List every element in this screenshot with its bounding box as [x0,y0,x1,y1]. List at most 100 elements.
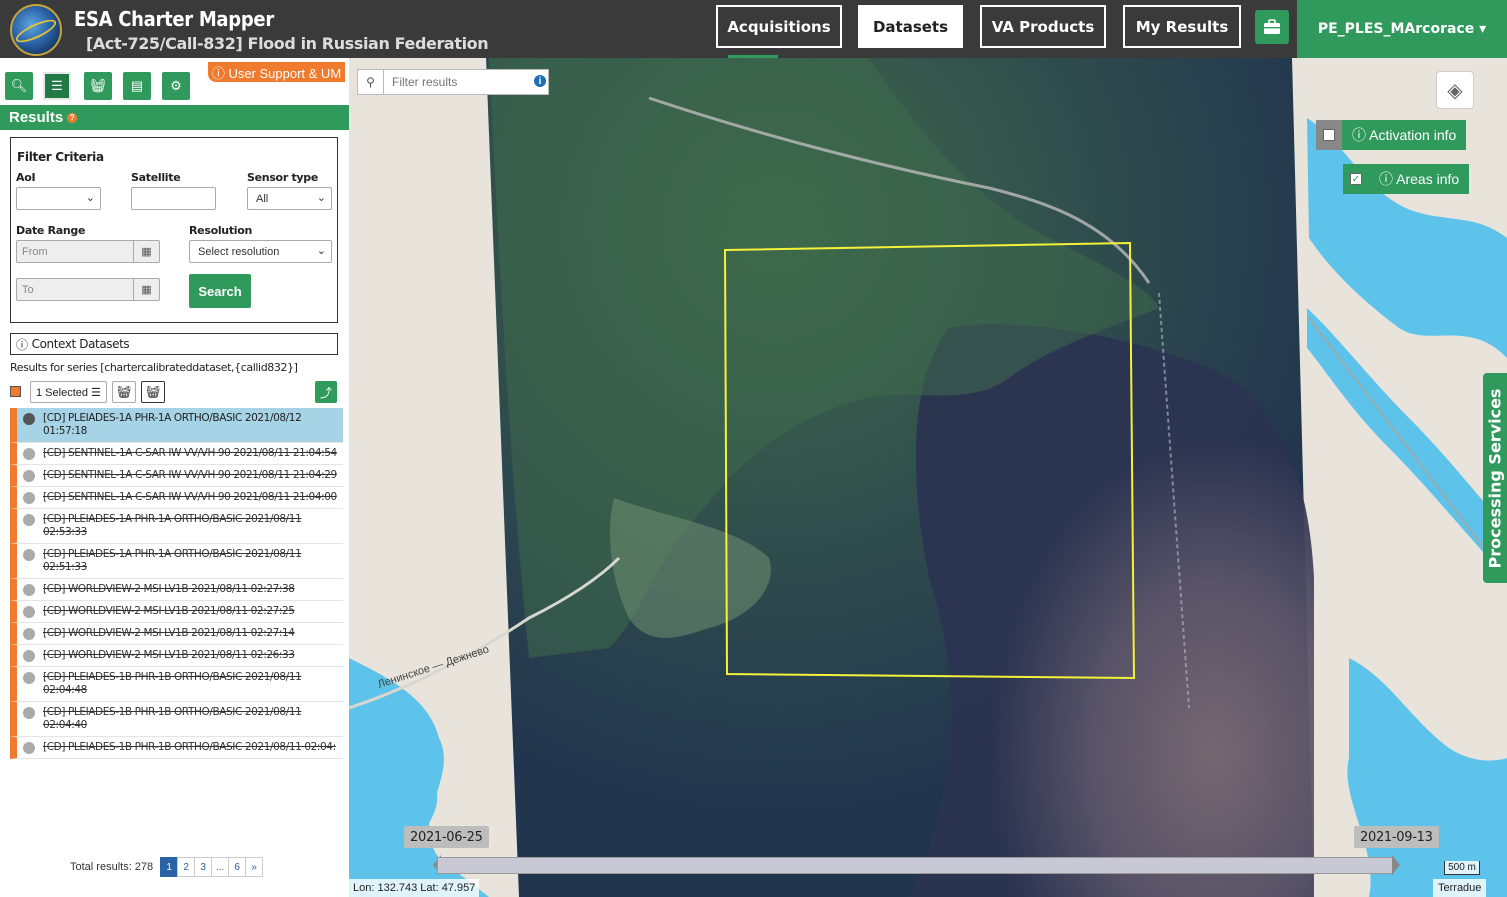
result-item[interactable]: [CD] WORLDVIEW-2 MSI LV1B 2021/08/11 02:… [10,579,343,601]
basket-add-icon: 🧺︎ [116,385,132,399]
river-right [1307,118,1507,358]
list-tool-button[interactable]: ☰ [43,72,71,100]
calendar-icon[interactable]: ▦ [133,241,159,262]
result-item[interactable]: [CD] PLEIADES-1A PHR-1A ORTHO/BASIC 2021… [10,408,343,443]
app-title: ESA Charter Mapper [74,7,274,31]
left-panel: 🔍︎ ☰ 🧺︎ ▤ ⚙ ⓘ User Support & UM Results … [0,58,349,897]
add-to-basket-button[interactable]: 🧺︎ [112,381,136,403]
map-attribution: Terradue [1433,879,1487,897]
map-canvas: Ленинское — Дежнево [349,58,1507,897]
filter-criteria-box: Filter Criteria AoI Satellite Sensor typ… [10,137,338,323]
esa-charter-logo[interactable] [10,4,62,56]
search-tool-button[interactable]: 🔍︎ [5,72,33,100]
result-item[interactable]: [CD] PLEIADES-1A PHR-1A ORTHO/BASIC 2021… [10,544,343,579]
briefcase-button[interactable] [1255,10,1289,44]
globe-icon [23,413,35,425]
result-item[interactable]: [CD] WORLDVIEW-2 MSI LV1B 2021/08/11 02:… [10,601,343,623]
page-6[interactable]: 6 [228,857,247,877]
globe-icon [23,606,35,618]
user-menu[interactable]: PE_PLES_MArcorace ▾ [1297,0,1507,58]
sensor-type-select[interactable]: All ⌄ [247,187,332,210]
nav-datasets[interactable]: Datasets [858,5,963,48]
areas-info-label[interactable]: ⓘ Areas info [1369,164,1470,194]
resolution-select[interactable]: Select resolution ⌄ [189,240,332,263]
page-1[interactable]: 1 [160,857,179,877]
search-icon: ⚲ [358,70,384,94]
activation-info-checkbox[interactable] [1316,120,1342,150]
select-all-checkbox[interactable] [10,386,21,397]
user-support-button[interactable]: ⓘ User Support & UM [208,62,345,82]
share-icon: ⤴ [319,385,332,400]
timeline-end-date: 2021-09-13 [1354,826,1439,848]
globe-icon [23,549,35,561]
globe-icon [23,584,35,596]
result-item[interactable]: [CD] SENTINEL-1A C-SAR IW VV/VH 90 2021/… [10,443,343,465]
processing-services-tab[interactable]: Processing Services [1483,373,1507,583]
globe-icon [23,742,35,754]
areas-info-toggle[interactable]: ✓ ⓘ Areas info [1343,164,1470,194]
page-ellipsis[interactable]: ... [211,857,230,877]
filter-results-input[interactable] [384,75,524,89]
date-to-field[interactable]: To ▦ [16,278,160,301]
date-from-field[interactable]: From ▦ [16,240,160,263]
result-item[interactable]: [CD] SENTINEL-1A C-SAR IW VV/VH 90 2021/… [10,465,343,487]
resolution-label: Resolution [189,224,253,237]
page-2[interactable]: 2 [177,857,196,877]
map-view[interactable]: Ленинское — Дежнево ⚲ i ◈ ⓘ Activation i… [349,58,1507,897]
nav-va-products[interactable]: VA Products [980,5,1106,48]
search-button[interactable]: Search [189,274,251,308]
result-label: [CD] PLEIADES-1B PHR-1B ORTHO/BASIC 2021… [43,706,302,731]
page-3[interactable]: 3 [194,857,213,877]
processing-services-label: Processing Services [1485,388,1505,568]
series-text: Results for series [chartercalibrateddat… [10,361,298,374]
result-label: [CD] SENTINEL-1A C-SAR IW VV/VH 90 2021/… [43,447,337,459]
result-item[interactable]: [CD] PLEIADES-1B PHR-1B ORTHO/BASIC 2021… [10,737,343,759]
timeline-bar[interactable] [437,857,1393,874]
help-icon[interactable]: ? [67,112,78,123]
result-label: [CD] WORLDVIEW-2 MSI LV1B 2021/08/11 02:… [43,649,295,661]
layers-button[interactable]: ◈ [1436,71,1474,109]
filter-results-box: ⚲ [357,69,549,95]
top-header: ESA Charter Mapper [Act-725/Call-832] Fl… [0,0,1507,59]
basket-tool-button[interactable]: 🧺︎ [84,72,112,100]
settings-tool-button[interactable]: ⚙ [162,72,190,100]
result-item[interactable]: [CD] WORLDVIEW-2 MSI LV1B 2021/08/11 02:… [10,645,343,667]
calendar-icon[interactable]: ▦ [133,279,159,300]
result-label: [CD] WORLDVIEW-2 MSI LV1B 2021/08/11 02:… [43,583,295,595]
gear-icon: ⚙ [170,78,182,93]
timeline-end-handle[interactable] [1392,855,1400,875]
result-item[interactable]: [CD] PLEIADES-1A PHR-1A ORTHO/BASIC 2021… [10,509,343,544]
result-label: [CD] WORLDVIEW-2 MSI LV1B 2021/08/11 02:… [43,627,295,639]
page-next[interactable]: » [245,857,264,877]
share-button[interactable]: ⤴ [315,381,337,403]
activation-info-toggle[interactable]: ⓘ Activation info [1316,120,1467,150]
result-item[interactable]: [CD] PLEIADES-1B PHR-1B ORTHO/BASIC 2021… [10,667,343,702]
date-to-placeholder: To [22,283,34,296]
context-datasets-toggle[interactable]: ⓘ Context Datasets [10,333,338,355]
scale-bar: 500 m [1444,861,1480,875]
satellite-input[interactable] [131,187,216,210]
nav-my-results[interactable]: My Results [1123,5,1241,48]
aoi-label: AoI [16,171,36,184]
selected-menu-button[interactable]: 1 Selected ☰ [30,381,107,403]
activation-info-label[interactable]: ⓘ Activation info [1342,120,1467,150]
aoi-select[interactable]: ⌄ [16,187,101,210]
result-item[interactable]: [CD] SENTINEL-1A C-SAR IW VV/VH 90 2021/… [10,487,343,509]
areas-info-checkbox[interactable]: ✓ [1343,164,1369,194]
result-item[interactable]: [CD] WORLDVIEW-2 MSI LV1B 2021/08/11 02:… [10,623,343,645]
result-item[interactable]: [CD] PLEIADES-1B PHR-1B ORTHO/BASIC 2021… [10,702,343,737]
road-label: Ленинское — Дежнево [376,644,490,691]
sensor-type-value: All [256,192,269,205]
selection-toolbar: 1 Selected ☰ 🧺︎ 🧺︎ ⤴ [8,380,338,404]
result-label: [CD] PLEIADES-1A PHR-1A ORTHO/BASIC 2021… [43,412,302,437]
nav-acquisitions[interactable]: Acquisitions [716,5,842,48]
add-to-basket-alt-button[interactable]: 🧺︎ [141,381,165,403]
info-icon[interactable]: i [532,73,548,89]
archive-tool-button[interactable]: ▤ [123,72,151,100]
result-label: [CD] PLEIADES-1B PHR-1B ORTHO/BASIC 2021… [43,741,336,753]
result-label: [CD] SENTINEL-1A C-SAR IW VV/VH 90 2021/… [43,491,337,503]
info-icon: ⓘ [16,337,28,352]
result-label: [CD] PLEIADES-1A PHR-1A ORTHO/BASIC 2021… [43,548,302,573]
coordinates-readout: Lon: 132.743 Lat: 47.957 [349,879,480,897]
globe-icon [23,470,35,482]
